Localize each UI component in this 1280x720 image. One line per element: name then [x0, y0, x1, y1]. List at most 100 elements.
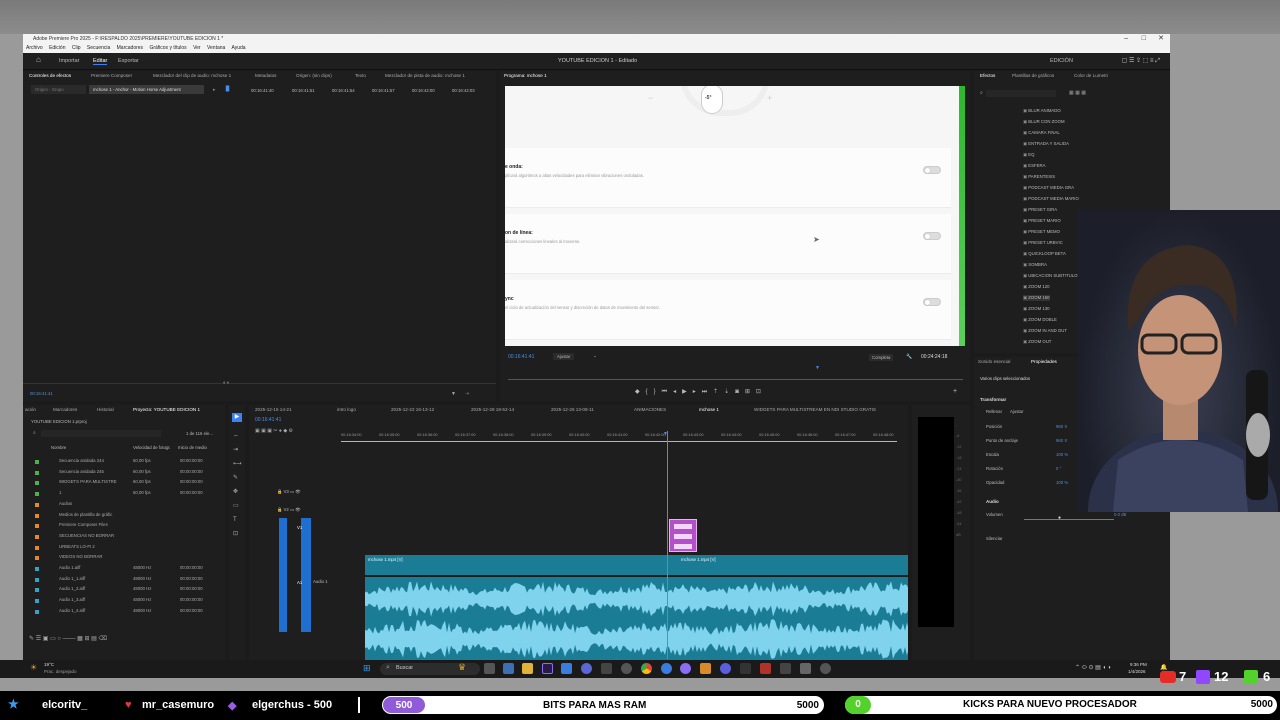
tab-editar[interactable]: Editar [93, 58, 108, 65]
app-icon[interactable] [621, 663, 632, 674]
play-icon[interactable]: ▶ [682, 389, 693, 395]
project-search-input[interactable] [41, 430, 161, 437]
menu-ver[interactable]: Ver [193, 45, 201, 51]
prop-value[interactable]: 100 % [1056, 480, 1068, 485]
tab-mezclador-clip[interactable]: Mezclador del clip de audio: mchose 1 [153, 73, 231, 78]
project-row[interactable]: Audio 1_2.aiff 48000 Hz 00:00:00:00 [23, 586, 225, 596]
ec-current-time[interactable]: 00:16:41:41 [30, 391, 53, 396]
prop-value[interactable]: 960 X [1056, 438, 1067, 443]
effect-item[interactable]: ZOOM IN AND OUT [1023, 328, 1067, 334]
project-row[interactable]: Secuencia anidada 244 60,00 fps 00:00:00:0… [23, 458, 225, 468]
step-forward-icon[interactable]: ⏭ [702, 389, 713, 395]
tool-icons[interactable]: ⇔ ⇥ ⟷ ✎ ✥ ▭ T ⊡ [233, 429, 242, 541]
effect-item[interactable]: PODCAST MEDIA MARIO [1023, 196, 1079, 202]
col-fps[interactable]: Velocidad de fotogr. [133, 445, 171, 450]
app-icon[interactable] [800, 663, 811, 674]
effect-item[interactable]: PRESET MARIO [1023, 218, 1060, 224]
tab-seq[interactable]: 2025-12-15 14-21 [255, 407, 292, 412]
tab-proyecto[interactable]: Proyecto: YOUTUBE EDICION 1 [133, 407, 200, 412]
tab-premiere-composer[interactable]: Premiere Composer [91, 73, 132, 78]
effect-item[interactable]: PRESET GIRA [1023, 207, 1057, 213]
project-row[interactable]: Audios [23, 501, 225, 511]
tab-plantillas-graficos[interactable]: Plantillas de gráficos [1012, 73, 1054, 78]
effect-item[interactable]: ZOOM OUT [1023, 339, 1051, 345]
app-icon[interactable] [561, 663, 572, 674]
menu-clip[interactable]: Clip [72, 45, 81, 51]
effect-item[interactable]: CAMARA FINAL [1023, 130, 1060, 136]
filter-icon[interactable]: ▼ [451, 391, 456, 397]
effect-item[interactable]: PARENTESIS [1023, 174, 1055, 180]
effect-item[interactable]: UBICACION SUBTITULOS [1023, 273, 1080, 279]
effect-item[interactable]: BLUR CON ZOOM [1023, 119, 1064, 125]
effect-item[interactable]: BLUR ANIMADO [1023, 108, 1060, 114]
effects-view-icons[interactable]: ▦ ▦ ▦ [1069, 90, 1086, 96]
effect-item[interactable]: ENTRADA Y SALIDA [1023, 141, 1069, 147]
tab-seq[interactable]: WIDGETS PARA MULTISTREAM EN NDI STUDIO G… [754, 407, 876, 412]
premiere-icon[interactable] [542, 663, 553, 674]
app-icon[interactable] [780, 663, 791, 674]
menu-graficos[interactable]: Gráficos y títulos [149, 45, 186, 51]
tab-historial[interactable]: Historial [97, 407, 114, 412]
track-target-v1[interactable] [279, 518, 287, 632]
effects-search-icon[interactable]: ⌕ [980, 90, 983, 96]
tab-origen[interactable]: Origen: (sin clips) [296, 73, 332, 78]
app-icon[interactable] [740, 663, 751, 674]
effect-item[interactable]: ESFERA [1023, 163, 1045, 169]
graphic-clip[interactable] [669, 519, 697, 552]
transform-header[interactable]: Transformar [980, 397, 1006, 402]
project-search-icon[interactable]: ⌕ [33, 430, 36, 436]
project-row[interactable]: Secuencia anidada 245 60,00 fps 00:00:00:0… [23, 469, 225, 479]
mark-in-icon[interactable]: { [646, 389, 654, 395]
prop-value[interactable]: 960 X [1056, 424, 1067, 429]
app-icon[interactable] [661, 663, 672, 674]
clock-date[interactable]: 1/4/2026 [1128, 669, 1146, 674]
playhead-head-icon[interactable]: ▼ [663, 431, 668, 437]
export-frame-icon[interactable]: ⇥ [465, 391, 469, 397]
clip-dropdown[interactable]: mchose 1 - Anchor - Motion Horse Adjustm… [89, 85, 204, 94]
menu-secuencia[interactable]: Secuencia [87, 45, 110, 51]
weather-temp[interactable]: 19°C [44, 662, 54, 667]
prop-value[interactable]: 100 % [1056, 452, 1068, 457]
project-row[interactable]: Audio 1_3.aiff 48000 Hz 00:00:00:00 [23, 597, 225, 607]
project-row[interactable]: Audio 1.aiff 48000 Hz 00:00:00:00 [23, 565, 225, 575]
timeline-tool-icons[interactable]: ▣ ▣ ▣ ✂ ● ◆ ⚙ [255, 428, 293, 434]
add-button-icon[interactable]: + [953, 388, 957, 395]
tab-marcadores[interactable]: Marcadores [53, 407, 77, 412]
tab-efectos[interactable]: Efectos [980, 73, 995, 78]
project-row[interactable]: WIDGETS PARA MULTISTRE 60,00 fps 00:00:00:… [23, 479, 225, 489]
setting-toggle-2[interactable] [923, 232, 941, 240]
menu-ayuda[interactable]: Ayuda [231, 45, 245, 51]
audio-header[interactable]: Audio [986, 499, 999, 504]
app-icon[interactable] [680, 663, 691, 674]
project-row[interactable]: SECUENCIAS NO BORRAR [23, 533, 225, 543]
taskbar-search[interactable]: ⌕ Buscar ♛ [380, 662, 480, 675]
tab-color-lumetri[interactable]: Color de Lumetri [1074, 73, 1108, 78]
selection-tool-icon[interactable]: ▶ [232, 413, 242, 422]
weather-icon[interactable]: ☀ [30, 663, 37, 672]
home-icon[interactable]: ⌂ [36, 55, 41, 64]
fit-chevron-icon[interactable]: ⌄ [593, 353, 597, 359]
workspace-label[interactable]: EDICIÓN [1050, 58, 1073, 64]
clock-time[interactable]: 9:36 PM [1130, 662, 1147, 667]
quality-dropdown[interactable]: Completa [869, 354, 894, 361]
app-icon[interactable] [720, 663, 731, 674]
effect-item[interactable]: ZOOM DOBLE [1023, 317, 1057, 323]
menu-edicion[interactable]: Edición [49, 45, 65, 51]
tab-exportar[interactable]: Exportar [118, 58, 139, 64]
clip-v1[interactable]: mchose 1.mp4 [V] mchose 1.mp4 [V] [365, 555, 908, 575]
tray-icons[interactable]: ⌃ ⬭ ⊙ ▤ ◖ ◗ [1075, 664, 1111, 672]
track-target-a1[interactable] [301, 518, 311, 632]
volume-handle[interactable]: ● [1058, 515, 1061, 521]
app-icon[interactable] [503, 663, 514, 674]
effect-item[interactable]: SOMBRA [1023, 262, 1047, 268]
tab-edicion-trunc[interactable]: ación [25, 407, 36, 412]
task-view-icon[interactable] [484, 663, 495, 674]
camera-icon[interactable]: ◙ [735, 389, 745, 395]
fit-dropdown[interactable]: Ajustar [553, 353, 575, 360]
collapse-icon[interactable]: ▸ [213, 87, 216, 93]
setting-toggle-1[interactable] [923, 166, 941, 174]
col-inicio[interactable]: Inicio de medio [178, 445, 207, 450]
effect-item[interactable]: PRESET URBVIC [1023, 240, 1063, 246]
chrome-icon[interactable] [641, 663, 652, 674]
discord-icon[interactable] [581, 663, 592, 674]
